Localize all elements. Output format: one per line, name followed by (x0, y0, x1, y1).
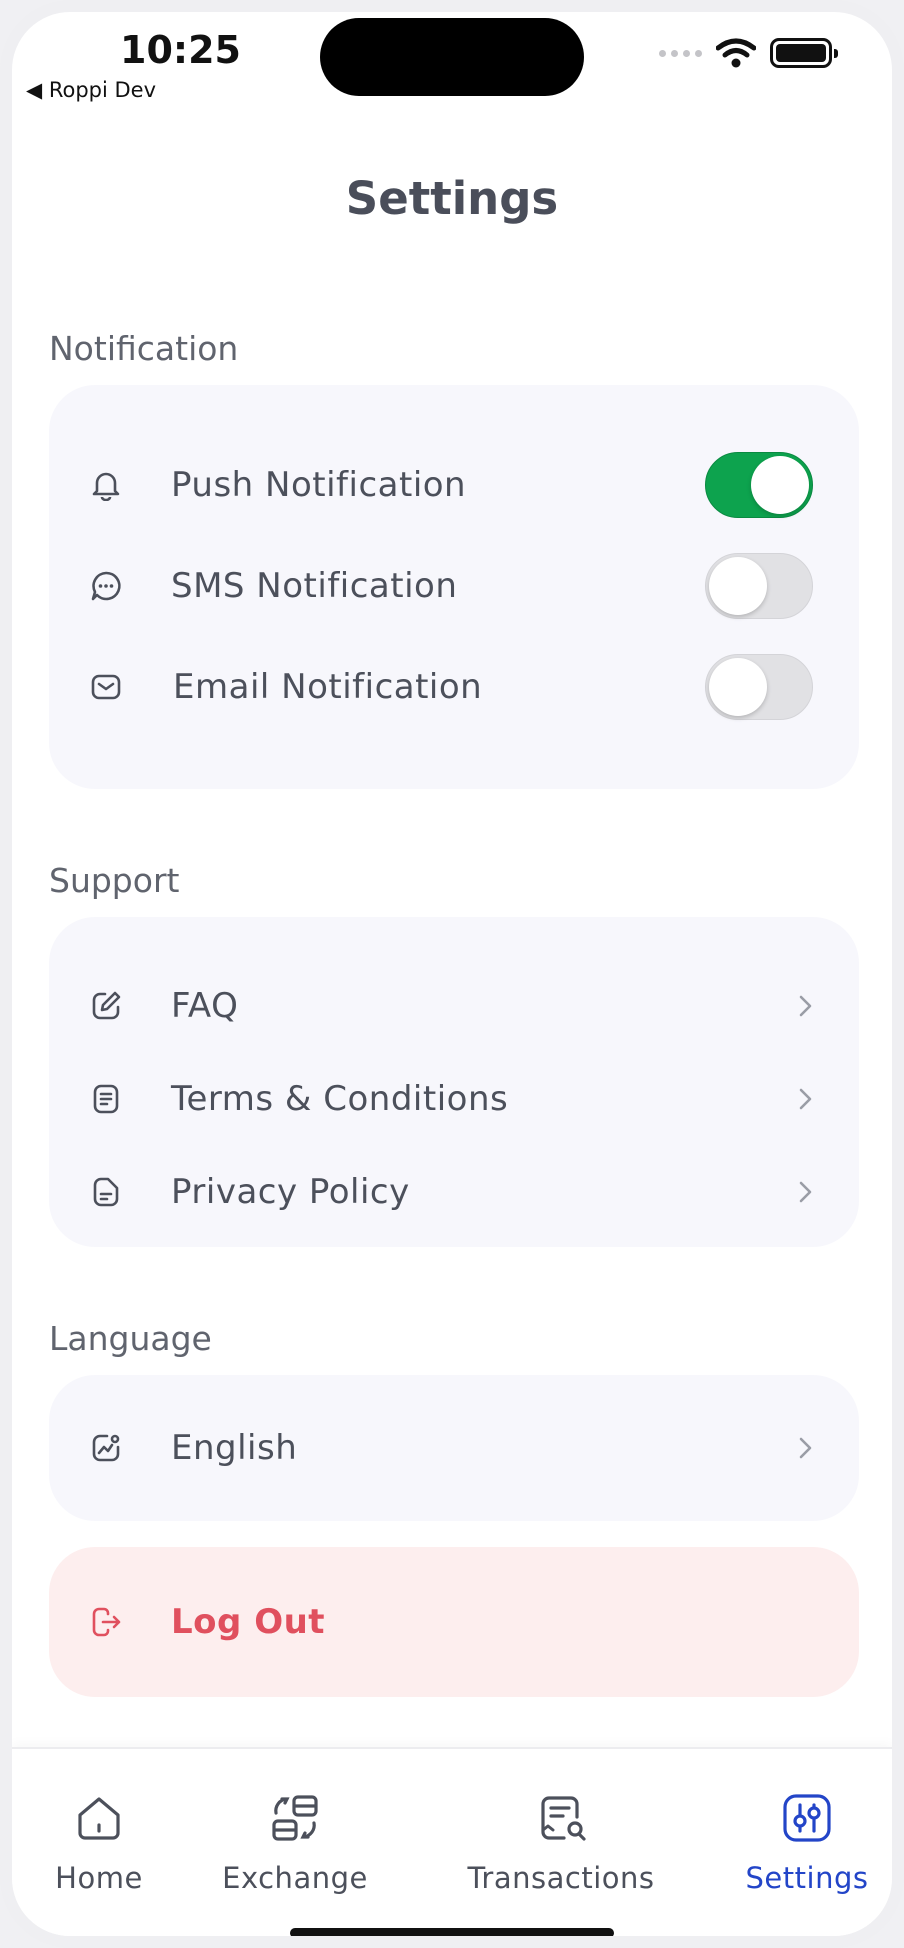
language-row[interactable]: English (49, 1411, 859, 1485)
tab-exchange[interactable]: Exchange (210, 1749, 380, 1895)
tab-settings-label: Settings (745, 1861, 869, 1895)
support-card: FAQ Terms & Conditions Privacy Policy (49, 917, 859, 1247)
wifi-icon (716, 38, 756, 68)
chat-bubble-icon (89, 569, 123, 603)
home-icon (78, 1797, 120, 1840)
sms-notification-row: SMS Notification (49, 551, 859, 621)
toggle-knob (709, 557, 767, 615)
page-title: Settings (345, 172, 559, 225)
back-to-app-link[interactable]: ◀ Roppi Dev (26, 78, 156, 102)
email-notification-toggle[interactable] (705, 654, 813, 720)
mail-icon (89, 670, 123, 704)
phone-screen: 10:25 ◀ Roppi Dev Settings Notification … (0, 0, 904, 1948)
sms-notification-toggle[interactable] (705, 553, 813, 619)
tab-transactions[interactable]: Transactions (446, 1749, 676, 1895)
push-notification-row: Push Notification (49, 450, 859, 520)
battery-icon (770, 38, 838, 68)
sms-notification-label: SMS Notification (171, 566, 458, 606)
faq-label: FAQ (171, 986, 239, 1026)
tab-home-label: Home (55, 1861, 143, 1895)
tab-settings[interactable]: Settings (732, 1749, 882, 1895)
logout-button[interactable]: Log Out (49, 1547, 859, 1697)
edit-icon (89, 989, 123, 1023)
push-notification-toggle[interactable] (705, 452, 813, 518)
support-section-label: Support (49, 861, 180, 900)
notification-section-label: Notification (49, 329, 239, 368)
language-chart-icon (89, 1431, 123, 1465)
push-notification-label: Push Notification (171, 465, 467, 505)
toggle-knob (751, 456, 809, 514)
tab-transactions-label: Transactions (467, 1861, 655, 1895)
file-icon (89, 1175, 123, 1209)
privacy-label: Privacy Policy (171, 1172, 410, 1212)
terms-label: Terms & Conditions (171, 1079, 509, 1119)
logout-row: Log Out (49, 1585, 859, 1659)
chevron-right-icon (799, 995, 812, 1017)
exchange-icon (272, 1795, 318, 1841)
email-notification-row: Email Notification (49, 652, 859, 722)
tab-home[interactable]: Home (34, 1749, 164, 1895)
faq-row[interactable]: FAQ (49, 969, 859, 1043)
logout-icon (89, 1605, 123, 1639)
dynamic-island (320, 18, 584, 96)
signal-icon (659, 49, 702, 57)
language-value: English (171, 1428, 298, 1468)
terms-row[interactable]: Terms & Conditions (49, 1062, 859, 1136)
bell-icon (89, 468, 123, 502)
toggle-knob (709, 658, 767, 716)
status-time: 10:25 (120, 28, 241, 72)
email-notification-label: Email Notification (173, 667, 483, 707)
receipt-search-icon (541, 1796, 586, 1841)
chevron-right-icon (799, 1088, 812, 1110)
tab-exchange-label: Exchange (222, 1861, 368, 1895)
chevron-right-icon (799, 1437, 812, 1459)
bottom-tab-bar: Home Exchange Transactions Settings (12, 1747, 892, 1936)
status-icons (659, 38, 838, 68)
notification-card: Push Notification SMS Notification Email… (49, 385, 859, 789)
sliders-icon (783, 1794, 831, 1842)
logout-label: Log Out (171, 1602, 326, 1642)
chevron-right-icon (799, 1181, 812, 1203)
language-card: English (49, 1375, 859, 1521)
language-section-label: Language (49, 1319, 212, 1358)
privacy-row[interactable]: Privacy Policy (49, 1155, 859, 1229)
home-indicator[interactable] (290, 1928, 614, 1936)
document-list-icon (89, 1082, 123, 1116)
